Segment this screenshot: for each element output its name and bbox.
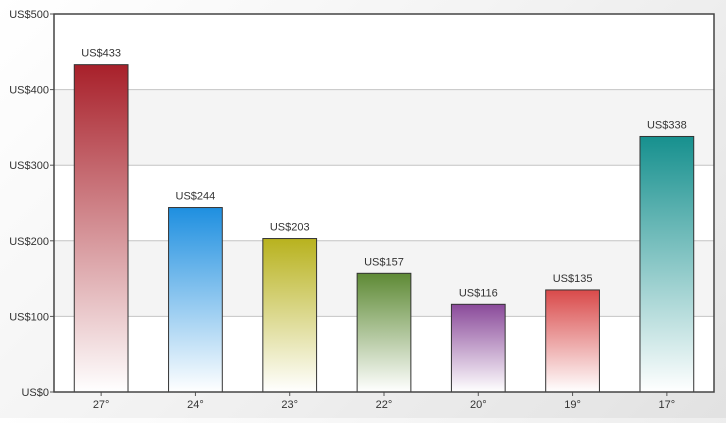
grid-band: [54, 89, 714, 166]
y-tick-label: US$0: [21, 387, 49, 399]
x-tick-label: 19°: [564, 399, 581, 411]
chart-canvas: US$0 US$100 US$200 US$300 US$400 US$500 27° 24…: [9, 9, 715, 411]
bar: [356, 272, 412, 393]
bar: [262, 238, 318, 393]
x-tick-label: 24°: [187, 399, 204, 411]
x-tick-label: 20°: [470, 399, 487, 411]
y-tick-label: US$400: [9, 85, 49, 97]
bar: [545, 289, 600, 393]
x-tick-label: 22°: [376, 399, 393, 411]
bar: [639, 135, 695, 393]
y-tick-label: US$500: [9, 9, 49, 21]
x-tick-label: 23°: [281, 399, 298, 411]
x-tick-label: 17°: [659, 399, 676, 411]
bar-value-label: US$135: [553, 273, 593, 285]
y-tick-label: US$200: [9, 236, 49, 248]
bar: [168, 207, 223, 393]
bar-value-label: US$244: [176, 191, 216, 203]
y-tick-label: US$100: [9, 311, 49, 323]
bar-value-label: US$157: [364, 256, 404, 268]
bar: [450, 303, 506, 393]
bar: [73, 64, 129, 393]
x-axis-tick-labels: 27° 24° 23° 22° 20° 19° 17°: [93, 399, 675, 411]
bar-value-label: US$338: [647, 119, 687, 131]
bar-chart: US$0 US$100 US$200 US$300 US$400 US$500 27° 24…: [0, 0, 726, 418]
bar-value-label: US$116: [459, 287, 498, 299]
y-tick-label: US$300: [9, 160, 49, 172]
y-axis-tick-labels: US$0 US$100 US$200 US$300 US$400 US$500: [9, 9, 49, 399]
bar-value-label: US$203: [270, 222, 310, 234]
x-tick-label: 27°: [93, 399, 110, 411]
bar-value-label: US$433: [81, 48, 121, 60]
